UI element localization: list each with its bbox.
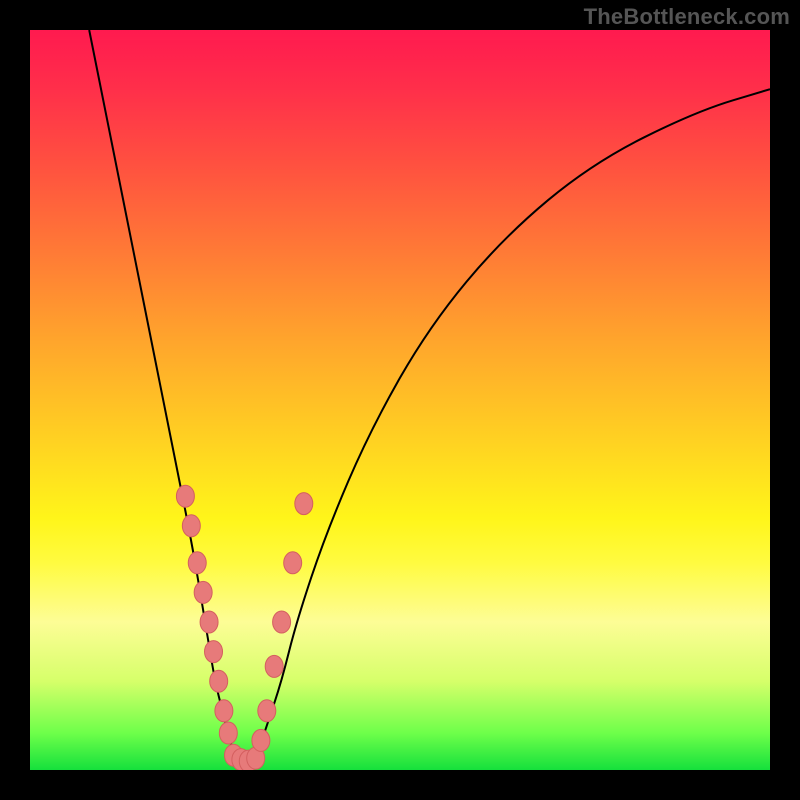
bead-left-5	[205, 641, 223, 663]
bead-right-5	[295, 493, 313, 515]
bead-right-3	[273, 611, 291, 633]
bead-left-0	[176, 485, 194, 507]
bead-left-8	[219, 722, 237, 744]
bead-right-2	[265, 655, 283, 677]
bead-left-2	[188, 552, 206, 574]
bead-layer	[176, 485, 312, 770]
bead-left-6	[210, 670, 228, 692]
bead-left-7	[215, 700, 233, 722]
bead-left-4	[200, 611, 218, 633]
bead-left-3	[194, 581, 212, 603]
bead-right-0	[252, 729, 270, 751]
chart-outer-frame: TheBottleneck.com	[0, 0, 800, 800]
curve-right-branch	[252, 89, 770, 762]
bead-right-1	[258, 700, 276, 722]
chart-plot-area	[30, 30, 770, 770]
chart-svg	[30, 30, 770, 770]
watermark-text: TheBottleneck.com	[584, 4, 790, 30]
bead-left-1	[182, 515, 200, 537]
bead-right-4	[284, 552, 302, 574]
curve-layer	[89, 30, 770, 763]
